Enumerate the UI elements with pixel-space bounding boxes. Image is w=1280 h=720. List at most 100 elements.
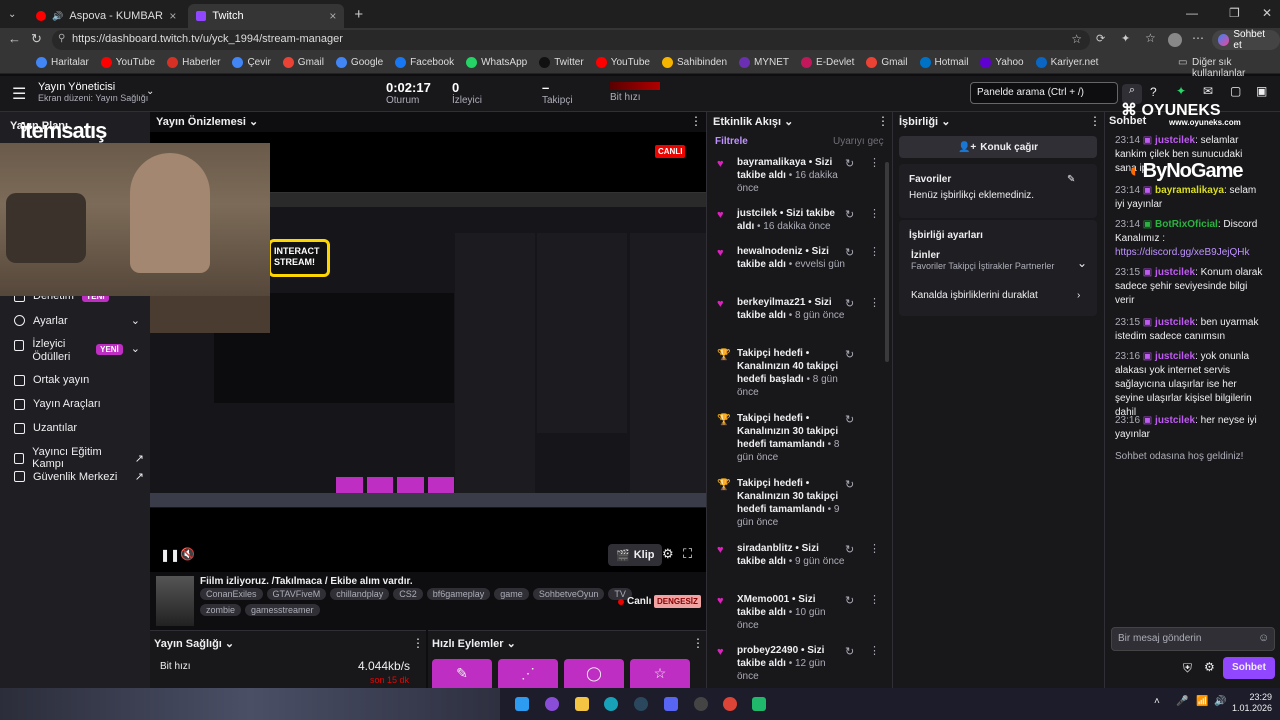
more-icon[interactable]: ⋯ [1192, 31, 1204, 45]
activity-scrollbar[interactable] [885, 162, 889, 362]
replay-alert-icon[interactable]: ↻ [845, 158, 854, 171]
replay-alert-icon[interactable]: ↻ [845, 595, 854, 608]
copilot-chat-button[interactable]: Sohbet et [1212, 29, 1280, 51]
replay-alert-icon[interactable]: ↻ [845, 349, 854, 362]
bookmark-item[interactable]: Sahibinden [656, 57, 733, 68]
help-icon[interactable]: ? [1150, 85, 1157, 99]
more-options-icon[interactable]: ⋮ [692, 636, 704, 650]
bookmark-item[interactable]: Kariyer.net [1030, 57, 1105, 68]
quick-action-dashes[interactable]: ⋰ [498, 659, 558, 689]
stream-tag[interactable]: SohbetveOyun [532, 588, 605, 600]
activity-user[interactable]: hewalnodeniz [737, 246, 803, 257]
activity-user[interactable]: bayramalikaya [737, 157, 806, 168]
copilot-icon[interactable] [545, 697, 559, 711]
discord-icon[interactable] [664, 697, 678, 711]
volume-icon[interactable]: 🔇 [180, 547, 195, 561]
emoji-icon[interactable]: ☺ [1258, 632, 1269, 644]
collab-header[interactable]: İşbirliği ⌄ [899, 115, 950, 128]
chat-username[interactable]: justcilek [1155, 317, 1195, 328]
more-options-icon[interactable]: ⋮ [690, 114, 702, 128]
bookmark-item[interactable]: Gmail [277, 57, 330, 68]
bookmark-item[interactable]: Yahoo [974, 57, 1029, 68]
nav-item-ayarlar[interactable]: Ayarlar ⌄ [14, 314, 140, 327]
chat-username[interactable]: BotRixOficial [1155, 219, 1218, 230]
more-options-icon[interactable]: ⋮ [869, 645, 880, 658]
stream-tag[interactable]: chillandplay [330, 588, 390, 600]
replay-alert-icon[interactable]: ↻ [845, 479, 854, 492]
pause-icon[interactable]: ❚❚ [160, 548, 180, 562]
more-options-icon[interactable]: ⋮ [869, 208, 880, 221]
quick-action-star[interactable]: ☆ [630, 659, 690, 689]
more-options-icon[interactable]: ⋮ [869, 297, 880, 310]
chat-username[interactable]: bayramalikaya [1155, 185, 1224, 196]
stream-tag[interactable]: gamesstreamer [245, 604, 320, 616]
chevron-down-icon[interactable]: ⌄ [146, 86, 154, 97]
activity-user[interactable]: siradanblitz [737, 543, 793, 554]
avatar[interactable] [1168, 33, 1182, 47]
tab-list-icon[interactable]: ⌄ [8, 9, 16, 20]
power-ups-icon[interactable]: ✦ [1176, 84, 1186, 98]
permissions-row[interactable]: İzinler Favoriler Takipçi İştirakler Par… [911, 250, 1091, 271]
stream-tag[interactable]: ConanExiles [200, 588, 263, 600]
chat-username[interactable]: justcilek [1155, 135, 1195, 146]
chat-input[interactable]: Bir mesaj gönderin ☺ [1111, 627, 1275, 651]
mail-icon[interactable]: ✉ [1203, 84, 1213, 98]
more-options-icon[interactable]: ⋮ [412, 636, 424, 650]
stream-title[interactable]: Fiilm izliyoruz. /Takılmaca / Ekibe alım… [200, 576, 413, 587]
bookmark-item[interactable]: WhatsApp [460, 57, 533, 68]
activity-header[interactable]: Etkinlik Akışı ⌄ [713, 115, 793, 128]
url-field[interactable]: ⚲ https://dashboard.twitch.tv/u/yck_1994… [52, 30, 1090, 50]
nav-item-yayin-araclari[interactable]: Yayın Araçları [14, 398, 101, 410]
edit-icon[interactable]: ✎ [1067, 174, 1075, 185]
back-icon[interactable]: ← [8, 31, 21, 46]
more-options-icon[interactable]: ⋮ [869, 594, 880, 607]
nav-item-ortak-yayin[interactable]: Ortak yayın [14, 374, 89, 386]
bookmark-item[interactable]: E-Devlet [795, 57, 860, 68]
more-options-icon[interactable]: ⋮ [869, 157, 880, 170]
activity-user[interactable]: Takipçi hedefi [737, 348, 803, 359]
fullscreen-icon[interactable]: ⛶ [683, 546, 692, 562]
start-icon[interactable] [515, 697, 529, 711]
bookmark-item[interactable]: Gmail [860, 57, 913, 68]
more-options-icon[interactable]: ⋮ [1089, 114, 1101, 128]
replay-alert-icon[interactable]: ↻ [845, 209, 854, 222]
stream-tag[interactable]: zombie [200, 604, 242, 616]
nav-item-yayinci-egitim-kampi[interactable]: Yayıncı Eğitim Kampı ↗ [14, 446, 144, 470]
nav-item-guvenlik-merkezi[interactable]: Güvenlik Merkezi ↗ [14, 470, 144, 483]
stream-tag[interactable]: CS2 [393, 588, 423, 600]
invite-guest-button[interactable]: 👤+ Konuk çağır [899, 136, 1097, 158]
new-tab-icon[interactable]: + [354, 6, 363, 23]
wifi-icon[interactable]: 📶 [1196, 696, 1208, 707]
menu-icon[interactable]: ☰ [12, 84, 26, 104]
activity-user[interactable]: berkeyilmaz21 [737, 297, 805, 308]
favorites-icon[interactable]: ☆ [1145, 31, 1156, 45]
replay-alert-icon[interactable]: ↻ [845, 414, 854, 427]
mic-icon[interactable]: 🎤 [1176, 696, 1188, 707]
health-header[interactable]: Yayın Sağlığı ⌄ [154, 637, 234, 650]
stream-tag[interactable]: game [494, 588, 529, 600]
quick-actions-header[interactable]: Hızlı Eylemler ⌄ [432, 637, 516, 650]
obs-icon[interactable] [694, 697, 708, 711]
bookmark-item[interactable]: Haritalar [30, 57, 95, 68]
minimize-icon[interactable]: — [1186, 6, 1198, 20]
bookmark-item[interactable]: Hotmail [914, 57, 975, 68]
more-options-icon[interactable]: ⋮ [869, 543, 880, 556]
reload-icon[interactable]: ↻ [31, 31, 42, 47]
bookmark-item[interactable]: YouTube [590, 57, 656, 68]
more-options-icon[interactable]: ⋮ [869, 246, 880, 259]
chat-username[interactable]: justcilek [1155, 267, 1195, 278]
pause-collab-row[interactable]: Kanalda işbirliklerini duraklat › [911, 290, 1091, 301]
bookmark-item[interactable]: Haberler [161, 57, 226, 68]
preview-header[interactable]: Yayın Önizlemesi ⌄ [156, 115, 258, 128]
clip-button[interactable]: 🎬 Klip [608, 544, 663, 566]
app-icon[interactable] [752, 697, 766, 711]
shield-icon[interactable]: ⛨ [1183, 661, 1192, 676]
nav-item-izleyici-odulleri[interactable]: İzleyici Ödülleri YENİ ⌄ [14, 338, 140, 364]
bookmark-item[interactable]: Google [330, 57, 389, 68]
bookmark-item[interactable]: Twitter [533, 57, 589, 68]
activity-user[interactable]: XMemo001 [737, 594, 789, 605]
close-tab-icon[interactable]: × [329, 9, 336, 23]
more-options-icon[interactable]: ⋮ [877, 114, 889, 128]
quick-action-pen[interactable]: ✎ [432, 659, 492, 689]
star-icon[interactable]: ☆ [1071, 32, 1082, 46]
